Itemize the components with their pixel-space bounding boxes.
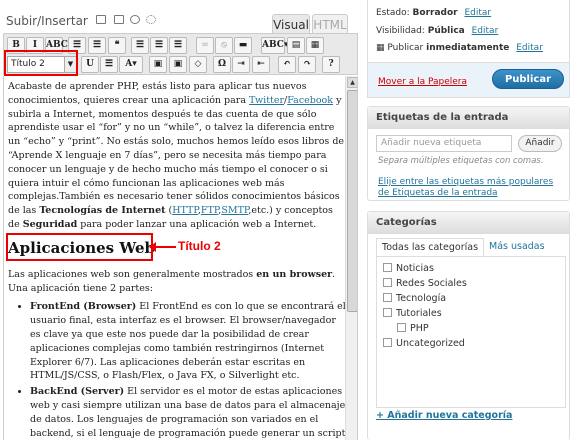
inline-link[interactable]: Twitter (249, 95, 284, 106)
toolbar-button-10[interactable]: ∞ (196, 37, 214, 54)
category-label: Redes Sociales (396, 278, 467, 289)
add-media-icon[interactable] (146, 15, 156, 24)
category-checkbox[interactable] (397, 323, 406, 332)
toolbar-button-6[interactable]: ❝ (108, 37, 126, 54)
toolbar-button-11[interactable]: ⦸ (215, 37, 233, 54)
toolbar-button-row2-12[interactable]: ? (322, 56, 340, 73)
category-checkbox[interactable] (383, 338, 392, 347)
annotation-label: Título 2 (178, 239, 221, 253)
add-tag-button[interactable]: Añadir (518, 135, 562, 152)
text-run: Las aplicaciones web son generalmente mo… (8, 268, 257, 280)
inline-link[interactable]: HTTP (172, 205, 198, 216)
toolbar-button-12[interactable]: ▬ (234, 37, 252, 54)
text-run: y subirla a Internet, momentos después t… (8, 94, 345, 217)
category-item[interactable]: Tecnología (383, 291, 559, 306)
toolbar-button-row2-9[interactable]: ⇤ (252, 56, 270, 73)
text-run: para poder lanzar una aplicación web a I… (77, 218, 317, 230)
toolbar-button-row2-1[interactable]: U (81, 56, 99, 73)
toolbar-button-row2-11[interactable]: ↷ (298, 56, 316, 73)
publish-button[interactable]: Publicar (492, 69, 564, 89)
status-edit-link[interactable]: Editar (464, 8, 491, 18)
category-item[interactable]: Tutoriales (383, 306, 559, 321)
status-row: Estado: Borrador Editar (376, 8, 492, 18)
toolbar-button-row2-4[interactable]: ▣ (149, 56, 167, 73)
tag-input[interactable]: Añadir nueva etiqueta (376, 135, 512, 152)
publish-actions: Mover a la Papelera Publicar (368, 62, 569, 97)
category-label: Tutoriales (396, 308, 442, 319)
bold-text: Seguridad (22, 218, 78, 230)
visibility-edit-link[interactable]: Editar (472, 26, 499, 36)
visibility-row: Visibilidad: Pública Editar (376, 26, 499, 36)
schedule-row: ▦ Publicar inmediatamente Editar (376, 43, 543, 53)
tab-visual[interactable]: Visual (272, 14, 310, 34)
tab-most-used[interactable]: Más usadas (484, 238, 550, 256)
add-video-icon[interactable] (114, 15, 124, 24)
tab-html[interactable]: HTML (312, 14, 348, 34)
category-list: Noticias Redes Sociales Tecnología Tutorial… (376, 256, 566, 408)
popular-tags-link[interactable]: Elije entre las etiquetas más populares … (378, 177, 563, 199)
categories-box: Categorías Todas las categorías Más usad… (367, 211, 570, 440)
category-tabs: Todas las categorías Más usadas (376, 238, 566, 256)
category-item[interactable]: Uncategorized (383, 336, 559, 351)
toolbar-button-7[interactable]: ☰ (131, 37, 149, 54)
category-checkbox[interactable] (383, 278, 392, 287)
paragraph-parts: Las aplicaciones web son generalmente mo… (8, 268, 346, 296)
format-highlight-box (4, 50, 78, 76)
bullet-item: BackEnd (Server) El servidor es el motor… (30, 385, 346, 440)
category-item[interactable]: PHP (397, 321, 559, 336)
upload-label: Subir/Insertar (6, 14, 88, 28)
inline-link[interactable]: Facebook (287, 95, 333, 106)
add-category-link[interactable]: + Añadir nueva categoría (376, 410, 512, 421)
category-label: Uncategorized (396, 338, 465, 349)
category-item[interactable]: Noticias (383, 261, 559, 276)
paragraph-intro: Acabaste de aprender PHP, estás listo pa… (8, 80, 346, 232)
category-item[interactable]: Redes Sociales (383, 276, 559, 291)
inline-link[interactable]: SMTP (221, 205, 248, 216)
toolbar-button-14[interactable]: ▤ (287, 37, 305, 54)
text-run: El FrontEnd es con lo que se encontrará … (30, 301, 346, 382)
tab-all-categories[interactable]: Todas las categorías (376, 238, 485, 256)
calendar-icon: ▦ (376, 43, 385, 53)
bold-text: Tecnologías de Internet (39, 205, 166, 217)
editor-scrollbar[interactable]: ▲ (345, 76, 357, 440)
publish-box: Estado: Borrador Editar Visibilidad: Púb… (367, 0, 570, 98)
heading-highlight-box (6, 233, 153, 261)
tags-box: Etiquetas de la entrada Añadir nueva eti… (367, 106, 570, 201)
toolbar-button-row2-6[interactable]: ◇ (189, 56, 207, 73)
bold-text: FrontEnd (Browser) (30, 301, 137, 313)
toolbar-button-row2-10[interactable]: ↶ (278, 56, 296, 73)
category-checkbox[interactable] (383, 293, 392, 302)
bold-text: BackEnd (Server) (30, 386, 125, 398)
tags-title[interactable]: Etiquetas de la entrada (368, 107, 569, 129)
category-label: Tecnología (396, 293, 447, 304)
add-audio-icon[interactable] (130, 15, 140, 24)
add-image-icon[interactable] (96, 15, 106, 24)
toolbar-button-row2-5[interactable]: ▣ (169, 56, 187, 73)
toolbar-button-13[interactable]: ABC▾ (261, 37, 288, 54)
annotation-arrow (149, 242, 176, 252)
category-label: Noticias (396, 263, 434, 274)
category-label: PHP (410, 323, 429, 334)
scroll-up-icon[interactable]: ▲ (347, 77, 357, 88)
category-checkbox[interactable] (383, 263, 392, 272)
bold-text: en un browser (256, 268, 333, 280)
move-to-trash-link[interactable]: Mover a la Papelera (378, 77, 467, 87)
toolbar-button-15[interactable]: ▦ (306, 37, 324, 54)
bullet-item: FrontEnd (Browser) El FrontEnd es con lo… (30, 300, 346, 383)
categories-title[interactable]: Categorías (368, 212, 569, 234)
toolbar-button-row2-3[interactable]: A▾ (119, 56, 143, 73)
toolbar-button-8[interactable]: ☰ (150, 37, 168, 54)
toolbar-button-9[interactable]: ☰ (169, 37, 187, 54)
bullet-list: FrontEnd (Browser) El FrontEnd es con lo… (30, 300, 346, 440)
toolbar-button-row2-8[interactable]: ⇥ (232, 56, 250, 73)
toolbar-button-5[interactable]: ☰ (88, 37, 106, 54)
tags-hint: Separa múltiples etiquetas con comas. (378, 156, 544, 166)
schedule-edit-link[interactable]: Editar (516, 43, 543, 53)
category-checkbox[interactable] (383, 308, 392, 317)
inline-link[interactable]: FTP (201, 205, 218, 216)
scrollbar-thumb[interactable] (347, 90, 357, 312)
toolbar-button-row2-7[interactable]: Ω (213, 56, 231, 73)
toolbar-button-row2-2[interactable]: ☰ (100, 56, 118, 73)
